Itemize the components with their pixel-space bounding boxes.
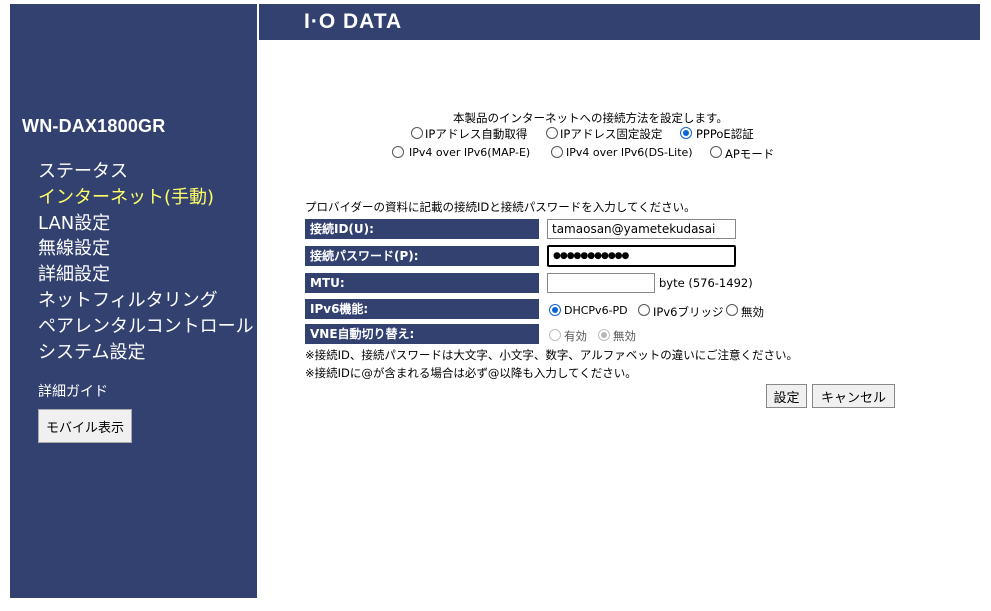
- radio-vne-disabled[interactable]: [598, 329, 610, 341]
- radio-vne-disabled-label: 無効: [613, 329, 636, 343]
- model-name: WN-DAX1800GR: [22, 116, 166, 136]
- nav-item-lan-settings[interactable]: LAN設定: [38, 211, 254, 237]
- radio-ip-auto-label: IPアドレス自動取得: [425, 127, 528, 141]
- sidebar: WN-DAX1800GR ステータス インターネット(手動) LAN設定 無線設…: [10, 4, 257, 598]
- radio-ipv6-bridge-label: IPv6ブリッジ: [653, 305, 724, 319]
- radio-ap-mode[interactable]: [710, 146, 722, 158]
- sidebar-nav: ステータス インターネット(手動) LAN設定 無線設定 詳細設定 ネットフィル…: [38, 159, 254, 365]
- radio-ip-auto[interactable]: [411, 127, 423, 139]
- radio-map-e-label: IPv4 over IPv6(MAP-E): [409, 146, 531, 159]
- connection-id-input[interactable]: [547, 219, 736, 239]
- radio-vne-enabled[interactable]: [549, 329, 561, 341]
- radio-ip-static-label: IPアドレス固定設定: [560, 127, 663, 141]
- radio-pppoe[interactable]: [680, 127, 692, 139]
- nav-item-net-filtering[interactable]: ネットフィルタリング: [38, 288, 254, 314]
- radio-ds-lite-label: IPv4 over IPv6(DS-Lite): [566, 146, 693, 159]
- brand-logo: I·O DATA: [304, 10, 403, 33]
- mtu-label: MTU:: [305, 273, 539, 293]
- radio-pppoe-label: PPPoE認証: [696, 127, 754, 141]
- intro-text: 本製品のインターネットへの接続方法を設定します。: [453, 111, 728, 125]
- connection-password-label: 接続パスワード(P):: [305, 246, 539, 266]
- mobile-view-button[interactable]: モバイル表示: [38, 409, 132, 443]
- cancel-button[interactable]: キャンセル: [812, 384, 895, 408]
- instruction-text: プロバイダーの資料に記載の接続IDと接続パスワードを入力してください。: [305, 200, 696, 214]
- nav-item-advanced-settings[interactable]: 詳細設定: [38, 262, 254, 288]
- nav-item-system-settings[interactable]: システム設定: [38, 340, 254, 366]
- nav-item-internet-manual[interactable]: インターネット(手動): [38, 185, 254, 211]
- apply-button[interactable]: 設定: [766, 384, 807, 408]
- nav-item-wireless-settings[interactable]: 無線設定: [38, 236, 254, 262]
- connection-id-label: 接続ID(U):: [305, 219, 539, 239]
- radio-ipv6-disabled[interactable]: [726, 304, 738, 316]
- vne-auto-switch-label: VNE自動切り替え:: [305, 324, 539, 344]
- connection-password-input[interactable]: [547, 245, 736, 267]
- note-at-sign: ※接続IDに@が含まれる場合は必ず@以降も入力してください。: [305, 366, 637, 380]
- header-bar: I·O DATA: [259, 4, 980, 40]
- radio-ap-mode-label: APモード: [725, 147, 775, 161]
- mtu-input[interactable]: [547, 273, 655, 293]
- nav-item-parental-control[interactable]: ペアレンタルコントロール: [38, 314, 254, 340]
- radio-ipv6-disabled-label: 無効: [741, 305, 764, 319]
- radio-vne-enabled-label: 有効: [564, 329, 587, 343]
- detailed-guide-link[interactable]: 詳細ガイド: [38, 381, 108, 401]
- radio-ip-static[interactable]: [546, 127, 558, 139]
- radio-ipv6-bridge[interactable]: [638, 304, 650, 316]
- radio-map-e[interactable]: [392, 146, 404, 158]
- radio-ipv6-dhcpv6-pd-label: DHCPv6-PD: [564, 304, 628, 317]
- note-case-sensitive: ※接続ID、接続パスワードは大文字、小文字、数字、アルファベットの違いにご注意く…: [305, 348, 799, 362]
- mtu-range-hint: byte (576-1492): [659, 276, 753, 290]
- radio-ipv6-dhcpv6-pd[interactable]: [549, 304, 561, 316]
- radio-ds-lite[interactable]: [551, 146, 563, 158]
- nav-item-status[interactable]: ステータス: [38, 159, 254, 185]
- ipv6-function-label: IPv6機能:: [305, 299, 539, 319]
